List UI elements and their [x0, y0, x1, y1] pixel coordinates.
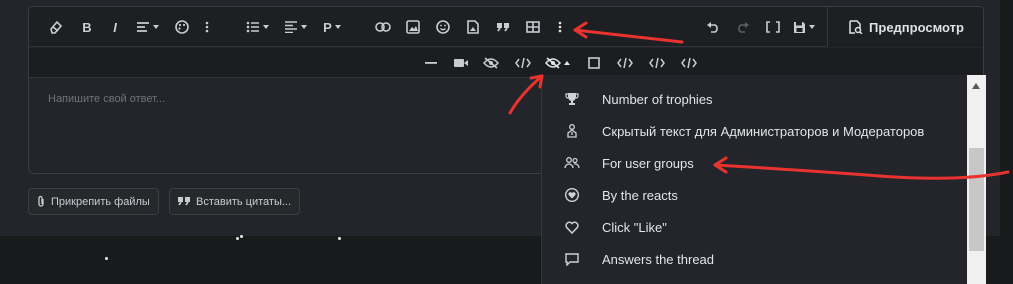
quote-icon: [178, 197, 190, 206]
italic-icon[interactable]: I: [107, 15, 123, 39]
heart-icon: [542, 221, 602, 234]
code-icon[interactable]: [513, 51, 533, 75]
video-icon[interactable]: [451, 51, 471, 75]
decorative-dot: [105, 257, 108, 260]
hide-dropdown-icon[interactable]: [541, 51, 573, 75]
dropdown-item-label: Number of trophies: [602, 91, 713, 107]
dropdown-item-label: Click "Like": [602, 219, 667, 235]
paperclip-icon: [38, 195, 44, 207]
dropdown-item-moderators[interactable]: Скрытый текст для Администраторов и Моде…: [542, 115, 967, 147]
insert-quotes-button[interactable]: Вставить цитаты...: [169, 188, 301, 215]
dropdown-item-label: For user groups: [602, 155, 694, 171]
undo-icon[interactable]: [703, 15, 723, 39]
square-icon[interactable]: [585, 51, 603, 75]
decorative-dot: [236, 237, 239, 240]
decorative-dot: [240, 235, 243, 238]
dropdown-item-label: Answers the thread: [602, 251, 715, 267]
dropdown-item-label: By the reacts: [602, 187, 678, 203]
smiley-icon[interactable]: [433, 15, 453, 39]
code-icon[interactable]: [647, 51, 667, 75]
table-icon[interactable]: [523, 15, 543, 39]
attach-files-label: Прикрепить файлы: [51, 195, 150, 208]
paragraph-icon[interactable]: P: [319, 15, 345, 39]
bbcode-icon[interactable]: [763, 15, 783, 39]
primary-toolbar: B I P Предпросмотр: [29, 7, 983, 47]
heart-circle-icon: [542, 188, 602, 202]
scrollbar-thumb[interactable]: [969, 148, 984, 251]
text-size-icon[interactable]: [133, 15, 161, 39]
preview-button[interactable]: Предпросмотр: [827, 7, 983, 47]
hide-options-dropdown: Number of trophies Скрытый текст для Адм…: [541, 75, 986, 284]
paragraph-glyph: P: [323, 19, 332, 35]
eraser-icon[interactable]: [45, 15, 67, 39]
dropdown-scrollbar[interactable]: [967, 75, 986, 284]
insert-quotes-label: Вставить цитаты...: [196, 195, 292, 208]
dropdown-item-trophies[interactable]: Number of trophies: [542, 83, 967, 115]
bulleted-list-icon[interactable]: [243, 15, 271, 39]
secondary-toolbar: [29, 48, 983, 78]
bold-glyph: B: [82, 19, 92, 35]
code-icon[interactable]: [615, 51, 635, 75]
redo-icon[interactable]: [733, 15, 753, 39]
image-icon[interactable]: [403, 15, 423, 39]
dropdown-item-reacts[interactable]: By the reacts: [542, 179, 967, 211]
dropdown-item-label: Скрытый текст для Администраторов и Моде…: [602, 123, 925, 139]
palette-icon[interactable]: [172, 15, 192, 39]
align-icon[interactable]: [281, 15, 309, 39]
user-group-icon: [542, 157, 602, 169]
more-vertical-icon[interactable]: [553, 15, 567, 39]
bold-icon[interactable]: B: [79, 15, 95, 39]
code-icon[interactable]: [679, 51, 699, 75]
preview-label: Предпросмотр: [869, 19, 964, 35]
dropdown-item-answers[interactable]: Answers the thread: [542, 243, 967, 275]
trophy-icon: [542, 92, 602, 106]
link-icon[interactable]: [373, 15, 393, 39]
hide-icon[interactable]: [481, 51, 501, 75]
attach-files-button[interactable]: Прикрепить файлы: [28, 188, 159, 215]
media-icon[interactable]: [463, 15, 483, 39]
dropdown-item-like[interactable]: Click "Like": [542, 211, 967, 243]
moderator-icon: [542, 124, 602, 138]
comment-icon: [542, 252, 602, 266]
italic-glyph: I: [113, 19, 117, 35]
more-vertical-icon[interactable]: [201, 15, 213, 39]
preview-icon: [849, 20, 863, 34]
quote-icon[interactable]: [493, 15, 513, 39]
dropdown-item-user-groups[interactable]: For user groups: [542, 147, 967, 179]
save-icon[interactable]: [789, 15, 819, 39]
scroll-up-arrow-icon[interactable]: [972, 83, 980, 89]
reply-placeholder: Напишите свой ответ...: [48, 93, 166, 105]
horizontal-rule-icon[interactable]: [422, 51, 440, 75]
decorative-dot: [338, 237, 341, 240]
